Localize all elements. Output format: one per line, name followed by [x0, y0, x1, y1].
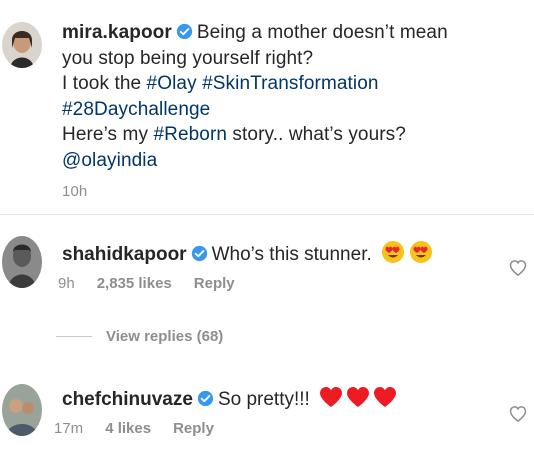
- post-time: 10h: [62, 182, 502, 202]
- hashtag-olay[interactable]: #Olay: [147, 73, 197, 94]
- hashtag-reborn[interactable]: #Reborn: [153, 124, 227, 145]
- caption-line-3: I took the #Olay #SkinTransformation: [62, 71, 502, 97]
- reply-button[interactable]: Reply: [173, 420, 214, 437]
- like-heart-icon[interactable]: [508, 404, 528, 424]
- comment-1-meta: 9h 2,835 likes Reply: [58, 274, 257, 294]
- caption-line-4: #28Daychallenge: [62, 97, 502, 123]
- mention-olayindia[interactable]: @olayindia: [62, 150, 157, 171]
- avatar-image: [2, 22, 42, 68]
- comment-likes[interactable]: 2,835 likes: [97, 275, 172, 292]
- avatar-image: [2, 236, 42, 288]
- comment-2-meta: 17m 4 likes Reply: [54, 419, 236, 439]
- comment-username[interactable]: shahidkapoor: [62, 244, 187, 265]
- post-timestamp[interactable]: 10h: [62, 183, 87, 200]
- avatar-shahidkapoor[interactable]: [2, 236, 42, 288]
- verified-icon: [176, 23, 193, 40]
- reply-button[interactable]: Reply: [194, 275, 235, 292]
- heart-eyes-emoji-icon: [381, 240, 433, 264]
- view-replies-label: View replies (68): [106, 328, 224, 345]
- avatar-image: [2, 384, 42, 436]
- caption-text-5b: story.. what’s yours?: [227, 124, 406, 145]
- verified-icon: [191, 245, 208, 262]
- comment-text: Who’s this stunner.: [211, 244, 372, 265]
- caption-line-5: Here’s my #Reborn story.. what’s yours?: [62, 122, 502, 148]
- avatar-mira-kapoor[interactable]: [2, 22, 42, 68]
- caption-text-5a: Here’s my: [62, 124, 154, 145]
- comment-likes[interactable]: 4 likes: [105, 420, 151, 437]
- comment-text: So pretty!!!: [217, 389, 310, 410]
- view-replies-button[interactable]: View replies (68): [56, 328, 223, 345]
- caption-text-1: Being a mother doesn’t mean: [196, 22, 448, 43]
- comment-username[interactable]: chefchinuvaze: [62, 389, 193, 410]
- hashtag-skin-transformation[interactable]: #SkinTransformation: [202, 73, 379, 94]
- comment-2: chefchinuvaze So pretty!!!: [62, 385, 397, 412]
- caption-text-3: I took the: [62, 73, 147, 94]
- comment-time[interactable]: 17m: [54, 420, 83, 437]
- post-username[interactable]: mira.kapoor: [62, 22, 172, 43]
- red-heart-emoji-icon: [319, 385, 397, 409]
- comment-1: shahidkapoor Who’s this stunner.: [62, 240, 433, 267]
- caption-line-1: mira.kapoor Being a mother doesn’t mean: [62, 20, 502, 46]
- post-caption: mira.kapoor Being a mother doesn’t mean y…: [62, 20, 502, 202]
- hashtag-28daychallenge[interactable]: #28Daychallenge: [62, 99, 210, 120]
- view-replies-dash: [56, 336, 92, 337]
- verified-icon: [197, 390, 214, 407]
- divider: [0, 214, 534, 215]
- caption-line-6: @olayindia: [62, 148, 502, 174]
- like-heart-icon[interactable]: [508, 258, 528, 278]
- avatar-chefchinuvaze[interactable]: [2, 384, 42, 436]
- caption-text-2: you stop being yourself right?: [62, 47, 314, 69]
- comment-time[interactable]: 9h: [58, 275, 75, 292]
